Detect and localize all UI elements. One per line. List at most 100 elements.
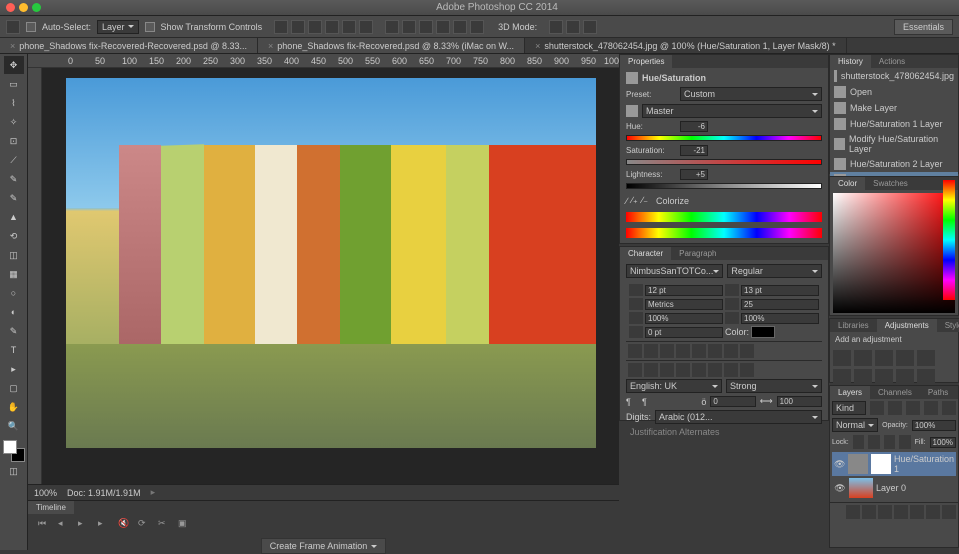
preset-dropdown[interactable]: Custom bbox=[680, 87, 822, 101]
filter-pixel-icon[interactable] bbox=[870, 401, 884, 415]
opentype-icon[interactable] bbox=[740, 363, 754, 377]
close-tab-icon[interactable]: × bbox=[10, 41, 15, 51]
minimize-window-icon[interactable] bbox=[19, 3, 28, 12]
opentype-icon[interactable] bbox=[708, 363, 722, 377]
next-frame-icon[interactable]: ▸ bbox=[98, 518, 110, 530]
3d-icon[interactable] bbox=[549, 20, 563, 34]
language-dropdown[interactable]: English: UK bbox=[626, 379, 722, 393]
lightness-input[interactable]: +5 bbox=[680, 169, 708, 180]
exposure-icon[interactable] bbox=[896, 350, 914, 366]
gradient-tool[interactable]: ▦ bbox=[4, 265, 24, 283]
paths-tab[interactable]: Paths bbox=[920, 386, 956, 399]
healing-tool[interactable]: ✎ bbox=[4, 170, 24, 188]
document-tab[interactable]: ×shutterstock_478062454.jpg @ 100% (Hue/… bbox=[525, 38, 847, 53]
hscale-input[interactable]: 100% bbox=[741, 313, 819, 324]
lock-all-icon[interactable] bbox=[899, 435, 910, 449]
workspace-button[interactable]: Essentials bbox=[894, 19, 953, 35]
link-icon[interactable] bbox=[846, 505, 860, 519]
history-item[interactable]: Modify Hue/Saturation Layer bbox=[830, 132, 958, 156]
crop-tool[interactable]: ⊡ bbox=[4, 132, 24, 150]
italic-icon[interactable] bbox=[644, 344, 658, 358]
baseline-input[interactable]: 0 pt bbox=[645, 327, 723, 338]
character-tab[interactable]: Character bbox=[620, 247, 671, 260]
fx-icon[interactable] bbox=[862, 505, 876, 519]
swatches-tab[interactable]: Swatches bbox=[865, 177, 916, 190]
kerning-input[interactable]: Metrics bbox=[645, 299, 723, 310]
tracking-input[interactable]: 25 bbox=[741, 299, 819, 310]
lock-pixel-icon[interactable] bbox=[868, 435, 879, 449]
trash-icon[interactable] bbox=[942, 505, 956, 519]
sub-icon[interactable] bbox=[708, 344, 722, 358]
hue-strip[interactable] bbox=[943, 180, 955, 300]
strike-icon[interactable] bbox=[740, 344, 754, 358]
history-item[interactable]: Hue/Saturation 1 Layer bbox=[830, 116, 958, 132]
close-window-icon[interactable] bbox=[6, 3, 15, 12]
brightness-icon[interactable] bbox=[833, 350, 851, 366]
opentype-icon[interactable] bbox=[724, 363, 738, 377]
history-item[interactable]: Open bbox=[830, 84, 958, 100]
doc-info[interactable]: Doc: 1.91M/1.91M bbox=[67, 488, 141, 498]
adj-layer-icon[interactable] bbox=[894, 505, 908, 519]
transition-icon[interactable]: ▣ bbox=[178, 518, 190, 530]
curves-icon[interactable] bbox=[875, 350, 893, 366]
create-frame-button[interactable]: Create Frame Animation bbox=[261, 538, 387, 554]
align-icon[interactable] bbox=[274, 20, 288, 34]
go-first-icon[interactable]: ⏮ bbox=[38, 518, 50, 530]
dir-rtl-icon[interactable]: ¶ bbox=[642, 397, 654, 407]
antialias-dropdown[interactable]: Strong bbox=[726, 379, 822, 393]
split-icon[interactable]: ✂ bbox=[158, 518, 170, 530]
leading-input[interactable]: 13 pt bbox=[741, 285, 819, 296]
styles-tab[interactable]: Styles bbox=[937, 319, 959, 332]
super-icon[interactable] bbox=[692, 344, 706, 358]
filter-smart-icon[interactable] bbox=[942, 401, 956, 415]
pen-tool[interactable]: ✎ bbox=[4, 322, 24, 340]
align-icon[interactable] bbox=[308, 20, 322, 34]
layers-tab[interactable]: Layers bbox=[830, 386, 870, 399]
3d-icon[interactable] bbox=[583, 20, 597, 34]
shape-tool[interactable]: ▢ bbox=[4, 379, 24, 397]
maximize-window-icon[interactable] bbox=[32, 3, 41, 12]
opentype-icon[interactable] bbox=[660, 363, 674, 377]
type-tool[interactable]: T bbox=[4, 341, 24, 359]
filter-shape-icon[interactable] bbox=[924, 401, 938, 415]
hue-sat-icon[interactable] bbox=[833, 369, 851, 385]
opentype-icon[interactable] bbox=[628, 363, 642, 377]
blur-tool[interactable]: ○ bbox=[4, 284, 24, 302]
levels-icon[interactable] bbox=[854, 350, 872, 366]
opacity-input[interactable]: 100% bbox=[912, 420, 956, 431]
lasso-tool[interactable]: ⌇ bbox=[4, 94, 24, 112]
eyedropper-minus-icon[interactable]: ∕₋ bbox=[642, 195, 648, 206]
quick-mask-icon[interactable]: ◫ bbox=[4, 462, 24, 480]
libraries-tab[interactable]: Libraries bbox=[830, 319, 877, 332]
magic-wand-tool[interactable]: ✧ bbox=[4, 113, 24, 131]
play-icon[interactable]: ▸ bbox=[78, 518, 90, 530]
group-icon[interactable] bbox=[910, 505, 924, 519]
lock-pos-icon[interactable] bbox=[884, 435, 895, 449]
opentype-icon[interactable] bbox=[644, 363, 658, 377]
distribute-icon[interactable] bbox=[402, 20, 416, 34]
history-item[interactable]: Make Layer bbox=[830, 100, 958, 116]
eyedropper-plus-icon[interactable]: ∕₊ bbox=[632, 195, 638, 206]
move-tool[interactable]: ✥ bbox=[4, 56, 24, 74]
align-icon[interactable] bbox=[325, 20, 339, 34]
blend-mode-dropdown[interactable]: Normal bbox=[832, 418, 878, 432]
loop-icon[interactable]: ⟳ bbox=[138, 518, 150, 530]
hue-slider[interactable] bbox=[626, 135, 822, 141]
audio-icon[interactable]: 🔇 bbox=[118, 518, 130, 530]
brush-tool[interactable]: ✎ bbox=[4, 189, 24, 207]
zoom-level[interactable]: 100% bbox=[34, 488, 57, 498]
color-balance-icon[interactable] bbox=[854, 369, 872, 385]
vibrance-icon[interactable] bbox=[917, 350, 935, 366]
font-dropdown[interactable]: NimbusSanTOTCo... bbox=[626, 264, 723, 278]
color-swatch[interactable] bbox=[3, 440, 25, 462]
marquee-tool[interactable]: ▭ bbox=[4, 75, 24, 93]
dir-ltr-icon[interactable]: ¶ bbox=[626, 397, 638, 407]
filter-adj-icon[interactable] bbox=[888, 401, 902, 415]
channel-icon[interactable] bbox=[626, 105, 638, 117]
new-layer-icon[interactable] bbox=[926, 505, 940, 519]
path-select-tool[interactable]: ▸ bbox=[4, 360, 24, 378]
visibility-icon[interactable]: 👁 bbox=[834, 458, 845, 470]
channel-dropdown[interactable]: Master bbox=[642, 104, 822, 118]
font-size-input[interactable]: 12 pt bbox=[645, 285, 723, 296]
layer-row[interactable]: 👁Layer 0 bbox=[832, 476, 956, 500]
